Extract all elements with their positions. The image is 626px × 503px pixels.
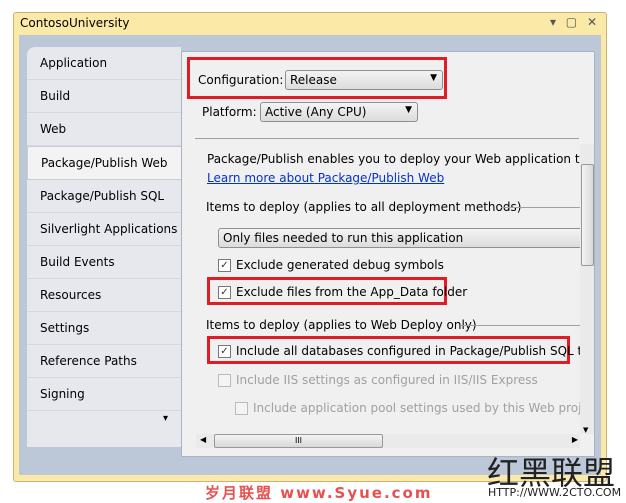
platform-value: Active (Any CPU) <box>265 105 367 119</box>
tab-package-publish-sql[interactable]: Package/Publish SQL <box>27 180 181 213</box>
scroll-right-icon[interactable]: ▶ <box>572 435 578 444</box>
tab-reference-paths[interactable]: Reference Paths <box>27 345 181 378</box>
more-tabs-icon[interactable]: ▾ <box>163 413 168 424</box>
configuration-label: Configuration: <box>198 73 284 87</box>
tab-build[interactable]: Build <box>27 80 181 113</box>
window-title: ContosoUniversity <box>20 16 130 30</box>
checkbox-label: Exclude files from the App_Data folder <box>236 285 468 299</box>
section-web-deploy: Items to deploy (applies to Web Deploy o… <box>206 318 477 332</box>
exclude-debug-checkbox[interactable]: ✓ Exclude generated debug symbols <box>218 258 444 272</box>
chevron-down-icon: ▼ <box>430 73 437 83</box>
chevron-down-icon: ▼ <box>405 105 412 115</box>
divider <box>461 325 580 326</box>
items-to-deploy-select[interactable]: Only files needed to run this applicatio… <box>218 228 580 248</box>
intro-text: Package/Publish enables you to deploy yo… <box>207 152 580 166</box>
checkbox-label: Include IIS settings as configured in II… <box>236 373 538 387</box>
settings-scroll-area: Package/Publish enables you to deploy yo… <box>196 144 580 449</box>
tab-resources[interactable]: Resources <box>27 279 181 312</box>
window-controls[interactable]: ▾ ▢ ✕ <box>550 15 600 29</box>
platform-select[interactable]: Active (Any CPU) ▼ <box>260 102 418 122</box>
horizontal-scroll-thumb[interactable]: III <box>214 434 383 448</box>
checkbox-label: Include application pool settings used b… <box>253 401 580 415</box>
checkbox-label: Include all databases configured in Pack… <box>236 344 580 358</box>
tab-content: Configuration: Release ▼ Platform: Active… <box>181 51 595 457</box>
exclude-app-data-checkbox[interactable]: ✓ Exclude files from the App_Data folder <box>218 285 467 299</box>
checkbox-unchecked-icon <box>235 401 248 415</box>
tab-package-publish-web[interactable]: Package/Publish Web <box>27 146 183 180</box>
configuration-value: Release <box>290 73 337 87</box>
horizontal-scrollbar[interactable]: ◀ III ▶ <box>196 434 580 448</box>
include-app-pool-checkbox[interactable]: Include application pool settings used b… <box>235 401 580 415</box>
tab-list: Application Build Web Package/Publish We… <box>27 47 183 447</box>
include-databases-checkbox[interactable]: ✓ Include all databases configured in Pac… <box>218 344 580 358</box>
checkbox-checked-icon: ✓ <box>218 258 231 272</box>
items-to-deploy-value: Only files needed to run this applicatio… <box>223 231 464 245</box>
vertical-scroll-thumb[interactable] <box>581 164 594 266</box>
tab-silverlight[interactable]: Silverlight Applications <box>27 213 181 246</box>
tab-application[interactable]: Application <box>27 47 181 80</box>
platform-label: Platform: <box>202 105 257 119</box>
watermark-2cto-url: HTTP://WWW.2CTO.COM <box>488 486 622 499</box>
vertical-scrollbar[interactable]: ▼ <box>580 144 594 434</box>
tab-build-events[interactable]: Build Events <box>27 246 181 279</box>
divider <box>501 207 580 208</box>
divider <box>195 138 579 139</box>
watermark-syue: 岁月联盟 www.Syue.com <box>205 484 433 502</box>
checkbox-checked-icon: ✓ <box>218 285 231 299</box>
learn-more-link[interactable]: Learn more about Package/Publish Web <box>207 171 444 185</box>
properties-pane: Application Build Web Package/Publish We… <box>19 35 601 475</box>
tab-web[interactable]: Web <box>27 113 181 146</box>
checkbox-unchecked-icon <box>218 373 231 387</box>
section-all-methods: Items to deploy (applies to all deployme… <box>206 200 522 214</box>
include-iis-settings-checkbox[interactable]: Include IIS settings as configured in II… <box>218 373 538 387</box>
tab-signing[interactable]: Signing <box>27 378 181 411</box>
project-properties-window: ContosoUniversity ▾ ▢ ✕ Application Buil… <box>13 12 607 482</box>
checkbox-label: Exclude generated debug symbols <box>236 258 444 272</box>
scroll-left-icon[interactable]: ◀ <box>200 435 206 444</box>
configuration-select[interactable]: Release ▼ <box>285 70 443 90</box>
checkbox-checked-icon: ✓ <box>218 344 231 358</box>
tab-settings[interactable]: Settings <box>27 312 181 345</box>
scroll-down-icon[interactable]: ▼ <box>583 426 588 434</box>
